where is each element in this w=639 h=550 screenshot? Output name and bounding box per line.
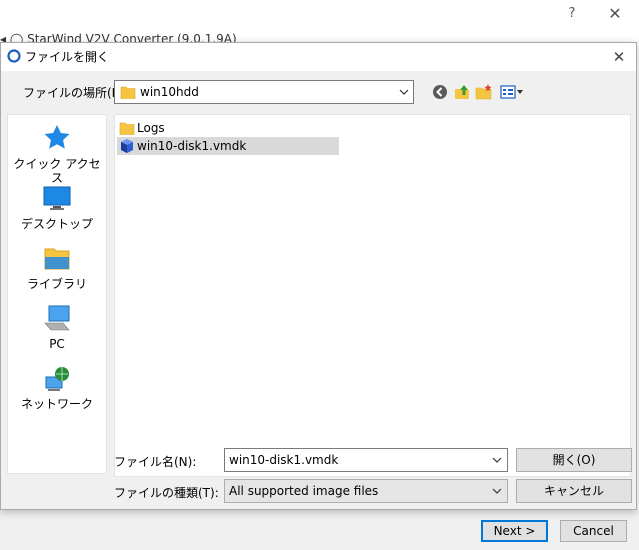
close-button[interactable]: ✕: [604, 4, 626, 24]
dialog-title: ファイルを開く: [25, 50, 110, 64]
place-pc[interactable]: PC: [8, 303, 106, 351]
cancel-button[interactable]: Cancel: [560, 520, 627, 542]
chevron-down-icon: [397, 84, 411, 100]
dialog-close-button[interactable]: ✕: [607, 46, 631, 68]
look-in-value: win10hdd: [140, 85, 199, 99]
place-libraries[interactable]: ライブラリ: [8, 243, 106, 291]
list-item[interactable]: win10-disk1.vmdk: [117, 137, 339, 155]
file-type-value: All supported image files: [229, 484, 379, 498]
place-quick-access[interactable]: クイック アクセス: [8, 123, 106, 185]
file-name-label: ファイル名(N):: [114, 455, 197, 469]
open-button[interactable]: 開く(O): [516, 448, 632, 472]
file-name-value: win10-disk1.vmdk: [229, 453, 339, 467]
file-type-dropdown[interactable]: All supported image files: [224, 479, 508, 503]
file-name: win10-disk1.vmdk: [137, 139, 247, 153]
look-in-label: ファイルの場所(I):: [23, 86, 124, 100]
new-folder-icon[interactable]: [475, 83, 493, 101]
open-file-dialog: ファイルを開く ✕ ファイルの場所(I): win10hdd クイック アクセス: [0, 42, 637, 510]
view-menu-icon[interactable]: [499, 83, 525, 101]
file-name: Logs: [137, 121, 165, 135]
up-folder-icon[interactable]: [453, 83, 471, 101]
app-icon: [7, 49, 21, 63]
chevron-down-icon[interactable]: [491, 452, 503, 468]
dialog-titlebar: ファイルを開く ✕: [1, 43, 636, 71]
pc-icon: [8, 303, 106, 333]
desktop-icon: [8, 183, 106, 213]
place-label: デスクトップ: [20, 217, 93, 231]
folder-icon: [120, 84, 136, 100]
chevron-down-icon: [491, 483, 503, 499]
file-name-field[interactable]: win10-disk1.vmdk: [224, 448, 508, 472]
back-icon[interactable]: [431, 83, 449, 101]
dialog-cancel-button[interactable]: キャンセル: [516, 479, 632, 503]
library-icon: [8, 243, 106, 273]
file-list[interactable]: Logs win10-disk1.vmdk: [114, 114, 631, 477]
place-desktop[interactable]: デスクトップ: [8, 183, 106, 231]
place-label: PC: [49, 337, 65, 351]
list-item[interactable]: Logs: [117, 119, 237, 137]
places-bar: クイック アクセス デスクトップ ライブラリ PC ネットワーク: [7, 114, 107, 474]
file-type-label: ファイルの種類(T):: [114, 486, 219, 500]
place-network[interactable]: ネットワーク: [8, 363, 106, 411]
network-icon: [8, 363, 106, 393]
place-label: ライブラリ: [26, 277, 87, 291]
star-icon: [8, 123, 106, 153]
help-button[interactable]: ?: [562, 4, 582, 24]
look-in-dropdown[interactable]: win10hdd: [114, 80, 414, 104]
place-label: ネットワーク: [20, 397, 93, 411]
place-label: クイック アクセス: [13, 157, 101, 185]
next-button[interactable]: Next >: [481, 520, 548, 542]
